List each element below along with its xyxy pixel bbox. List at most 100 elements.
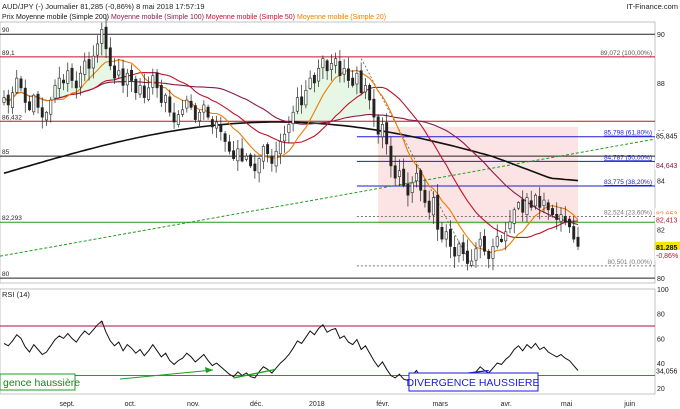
- candle-body: [155, 72, 159, 89]
- legend-ma200: Moyenne mobile (Simple 200): [16, 14, 109, 21]
- candle-body: [172, 112, 176, 123]
- candle-body: [79, 72, 82, 88]
- price-tag: -0,86%: [656, 253, 678, 260]
- candle-body: [219, 124, 223, 133]
- y-tick-label: 82: [657, 227, 665, 234]
- candle-body: [70, 67, 74, 81]
- candle-body: [147, 87, 151, 100]
- candle-body: [278, 141, 282, 155]
- candle-body: [227, 141, 231, 152]
- candle-body: [134, 78, 138, 94]
- candle-body: [274, 150, 278, 167]
- candle-body: [529, 200, 533, 208]
- candle-body: [19, 78, 23, 89]
- x-tick-label: 2018: [309, 401, 325, 408]
- candle-body: [393, 165, 397, 179]
- x-tick-label: déc.: [250, 401, 263, 408]
- candle-body: [210, 119, 214, 128]
- candle-body: [342, 68, 346, 75]
- candle-body: [423, 189, 427, 203]
- candle-body: [414, 172, 418, 182]
- level-right-label: 89,072 (100,00%): [600, 50, 652, 57]
- candle-body: [300, 96, 304, 106]
- x-tick-label: oct.: [125, 401, 136, 408]
- legend-ma50: Moyenne mobile (Simple 50): [206, 14, 295, 21]
- candle-body: [198, 111, 202, 122]
- candle-body: [74, 80, 78, 89]
- candle-body: [363, 85, 367, 93]
- price-tag: 84,643: [656, 163, 678, 170]
- candle-body: [500, 238, 503, 242]
- brand-label: IT-Finance.com: [626, 2, 678, 11]
- candle-body: [538, 196, 542, 208]
- candle-body: [253, 163, 257, 172]
- candle-body: [512, 209, 516, 224]
- candle-body: [576, 236, 580, 247]
- candle-body: [329, 63, 333, 70]
- candle-body: [291, 111, 295, 125]
- candle-body: [551, 208, 554, 216]
- candle-body: [495, 236, 499, 247]
- level-label: 86,432: [2, 114, 22, 121]
- candle-body: [91, 55, 95, 69]
- candle-body: [436, 194, 440, 230]
- level-label: 89,1: [2, 50, 15, 57]
- candle-body: [338, 61, 342, 76]
- x-tick-label: mai: [561, 401, 573, 408]
- x-tick-label: mars: [432, 401, 448, 408]
- price-tag: 82,413: [656, 217, 678, 224]
- candle-body: [525, 197, 529, 215]
- chart-canvas: AUD/JPY (-) Journalier 81,285 (-0,86%) 8…: [0, 2, 680, 408]
- candle-body: [138, 85, 142, 95]
- candle-body: [164, 94, 168, 103]
- candle-body: [266, 144, 270, 155]
- fibonacci-label: 85,798 (61,80%): [604, 130, 652, 137]
- y-tick-label: 90: [657, 32, 665, 39]
- candle-body: [232, 150, 236, 159]
- candle-body: [53, 85, 57, 99]
- candle-body: [104, 26, 108, 50]
- candle-body: [215, 121, 219, 129]
- candle-body: [542, 199, 546, 206]
- candle-body: [504, 231, 508, 242]
- fibonacci-label: 80,501 (0,00%): [608, 259, 652, 266]
- candle-body: [572, 226, 576, 240]
- candle-body: [151, 75, 155, 88]
- candle-body: [397, 170, 401, 177]
- candle-body: [546, 202, 550, 211]
- candle-body: [321, 58, 325, 69]
- candle-body: [261, 146, 265, 162]
- candle-body: [240, 148, 244, 162]
- y-tick-label: 88: [657, 81, 665, 88]
- candle-body: [270, 156, 274, 164]
- candle-body: [482, 235, 486, 252]
- candle-body: [283, 133, 287, 142]
- candle-body: [32, 94, 36, 113]
- x-tick-label: avr.: [501, 401, 512, 408]
- candle-body: [325, 60, 329, 72]
- fibonacci-label: 82,524 (23,60%): [604, 210, 652, 217]
- rsi-tick-label: 80: [657, 312, 665, 319]
- candle-body: [521, 199, 525, 213]
- candle-body: [508, 221, 512, 230]
- candle-body: [385, 122, 389, 145]
- candle-body: [440, 226, 444, 240]
- level-label: 85: [2, 149, 10, 156]
- rsi-tick-label: 20: [657, 386, 665, 393]
- candle-body: [62, 79, 65, 84]
- chart-title: AUD/JPY (-) Journalier 81,285 (-0,86%) 8…: [2, 2, 205, 11]
- candle-body: [453, 247, 457, 257]
- candle-body: [23, 87, 27, 103]
- candle-body: [287, 124, 291, 133]
- candle-body: [346, 68, 350, 81]
- candle-body: [470, 260, 474, 266]
- candle-body: [491, 246, 495, 259]
- candle-body: [40, 107, 44, 118]
- candle-body: [181, 109, 185, 115]
- x-tick-label: févr.: [376, 401, 389, 408]
- candle-body: [317, 68, 321, 82]
- candle-body: [389, 145, 393, 167]
- candle-body: [36, 93, 40, 108]
- candle-body: [419, 170, 423, 191]
- candle-body: [121, 68, 125, 86]
